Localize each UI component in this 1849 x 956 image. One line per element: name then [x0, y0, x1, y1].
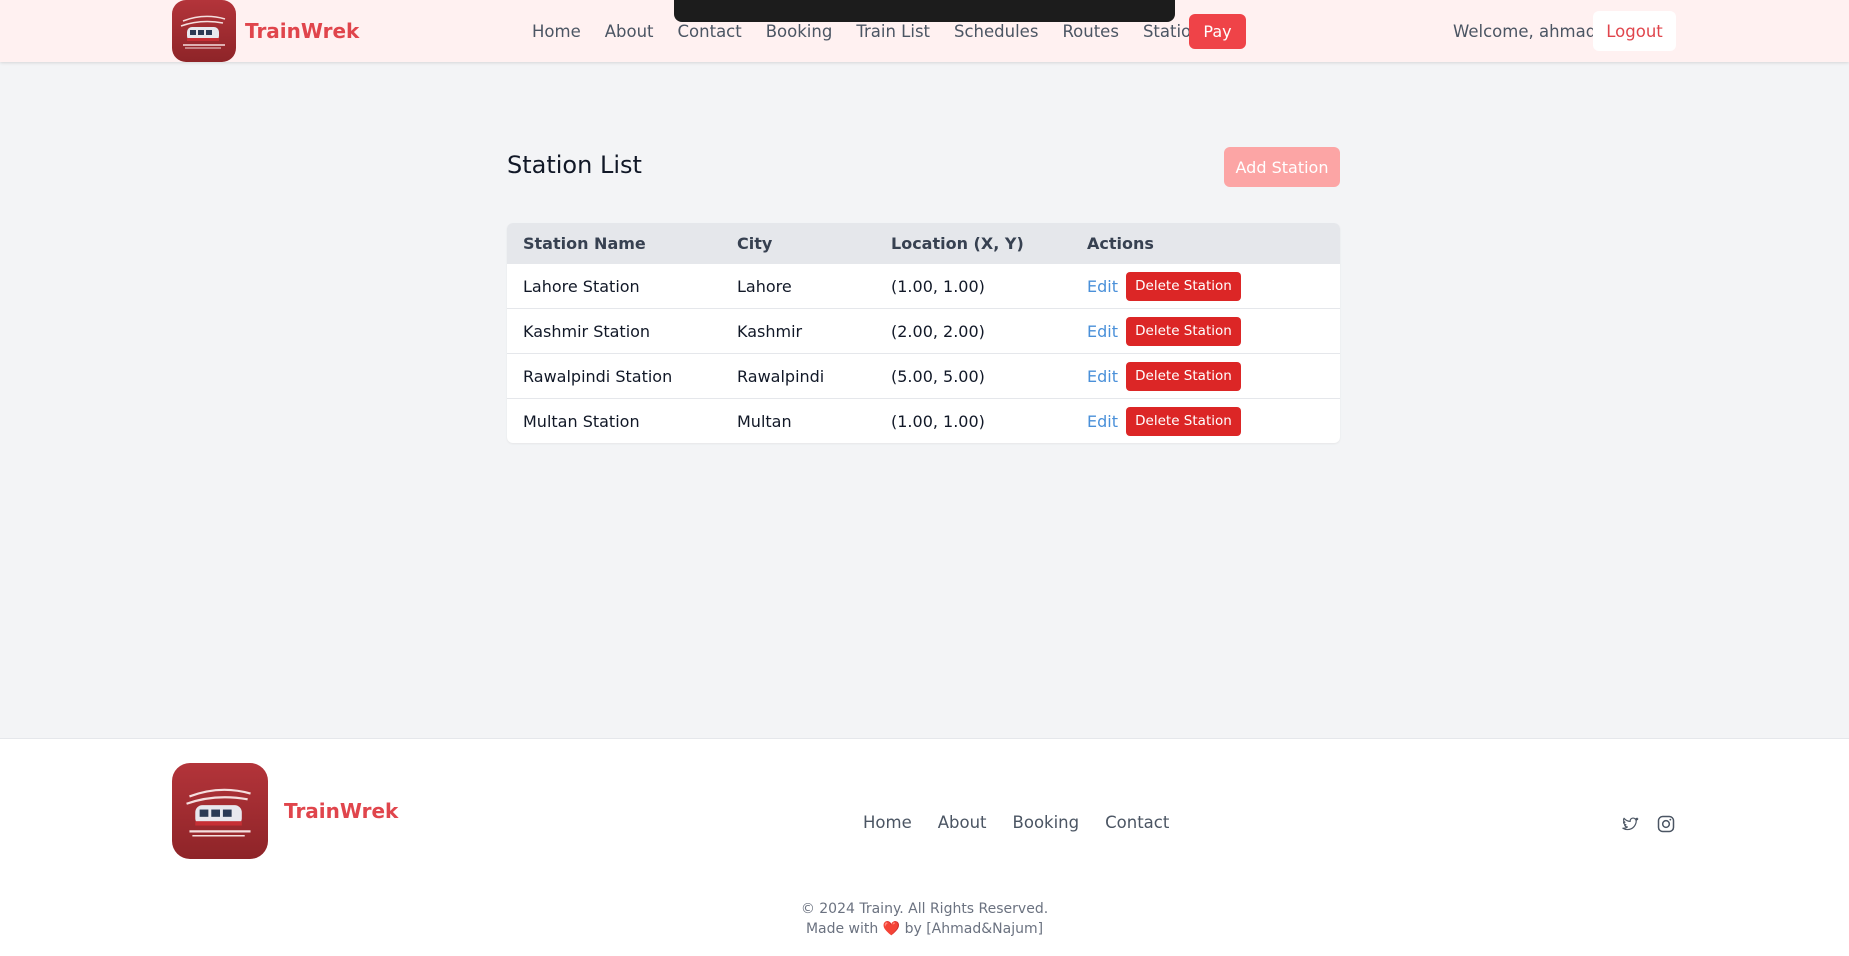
column-header: Location (X, Y) — [891, 233, 1024, 253]
footer-nav-booking[interactable]: Booking — [1013, 813, 1080, 832]
page-title: Station List — [507, 151, 642, 179]
table-header: Station Name City Location (X, Y) Action… — [507, 223, 1340, 263]
station-city: Multan — [737, 411, 792, 431]
nav-booking[interactable]: Booking — [766, 22, 833, 41]
station-name: Multan Station — [523, 411, 640, 431]
footer: TrainWrek Home About Booking Contact © 2… — [0, 738, 1849, 956]
row-actions: Edit Delete Station — [1087, 271, 1241, 301]
delete-station-button[interactable]: Delete Station — [1125, 271, 1241, 301]
train-logo-icon — [172, 763, 268, 859]
table-row: Lahore Station Lahore (1.00, 1.00) Edit … — [507, 263, 1340, 308]
nav-contact[interactable]: Contact — [678, 22, 742, 41]
station-location: (1.00, 1.00) — [891, 411, 985, 431]
edit-link[interactable]: Edit — [1087, 322, 1118, 341]
copyright: © 2024 Trainy. All Rights Reserved. Made… — [0, 899, 1849, 939]
delete-station-button[interactable]: Delete Station — [1125, 316, 1241, 346]
row-actions: Edit Delete Station — [1087, 316, 1241, 346]
column-header: Actions — [1087, 233, 1154, 253]
edit-link[interactable]: Edit — [1087, 277, 1118, 296]
footer-nav-about[interactable]: About — [938, 813, 987, 832]
footer-nav-contact[interactable]: Contact — [1105, 813, 1169, 832]
footer-nav-home[interactable]: Home — [863, 813, 912, 832]
welcome-text: Welcome, ahmad — [1453, 21, 1597, 41]
delete-station-button[interactable]: Delete Station — [1125, 361, 1241, 391]
column-header: Station Name — [523, 233, 646, 253]
nav-train-list[interactable]: Train List — [856, 22, 930, 41]
edit-link[interactable]: Edit — [1087, 367, 1118, 386]
instagram-icon[interactable] — [1655, 813, 1677, 835]
station-name: Rawalpindi Station — [523, 366, 673, 386]
made-with-line: Made with ❤️ by [Ahmad&Najum] — [0, 919, 1849, 939]
made-with-suffix: by [Ahmad&Najum] — [904, 921, 1044, 937]
social-links — [1619, 813, 1691, 835]
footer-brand-name: TrainWrek — [284, 799, 399, 823]
station-location: (2.00, 2.00) — [891, 321, 985, 341]
edit-link[interactable]: Edit — [1087, 412, 1118, 431]
nav-schedules[interactable]: Schedules — [954, 22, 1038, 41]
table-row: Rawalpindi Station Rawalpindi (5.00, 5.0… — [507, 353, 1340, 398]
brand[interactable]: TrainWrek — [172, 0, 359, 62]
pay-button[interactable]: Pay — [1189, 14, 1246, 49]
brand-name: TrainWrek — [245, 19, 360, 43]
footer-brand[interactable]: TrainWrek — [172, 763, 398, 859]
station-list-section: Station List Add Station Station Name Ci… — [507, 147, 1340, 443]
copyright-text: © 2024 Trainy. All Rights Reserved. — [800, 901, 1049, 917]
row-actions: Edit Delete Station — [1087, 361, 1241, 391]
station-table: Station Name City Location (X, Y) Action… — [507, 223, 1340, 443]
twitter-icon[interactable] — [1619, 813, 1641, 835]
station-name: Kashmir Station — [523, 321, 651, 341]
made-with-prefix: Made with — [805, 921, 879, 937]
delete-station-button[interactable]: Delete Station — [1125, 406, 1241, 436]
train-logo-icon — [172, 0, 236, 62]
station-city: Rawalpindi — [737, 366, 825, 386]
footer-nav: Home About Booking Contact — [863, 813, 1195, 832]
station-city: Lahore — [737, 276, 792, 296]
nav-about[interactable]: About — [605, 22, 654, 41]
nav-home[interactable]: Home — [532, 22, 581, 41]
add-station-button[interactable]: Add Station — [1224, 147, 1340, 187]
logout-button[interactable]: Logout — [1593, 11, 1676, 51]
table-row: Kashmir Station Kashmir (2.00, 2.00) Edi… — [507, 308, 1340, 353]
overlay-bar — [674, 0, 1175, 22]
title-row: Station List Add Station — [507, 147, 1340, 187]
station-location: (5.00, 5.00) — [891, 366, 985, 386]
nav-routes[interactable]: Routes — [1062, 22, 1119, 41]
column-header: City — [737, 233, 773, 253]
row-actions: Edit Delete Station — [1087, 406, 1241, 436]
station-city: Kashmir — [737, 321, 803, 341]
station-location: (1.00, 1.00) — [891, 276, 985, 296]
heart-icon: ❤️ — [882, 921, 901, 937]
table-row: Multan Station Multan (1.00, 1.00) Edit … — [507, 398, 1340, 443]
station-name: Lahore Station — [523, 276, 640, 296]
